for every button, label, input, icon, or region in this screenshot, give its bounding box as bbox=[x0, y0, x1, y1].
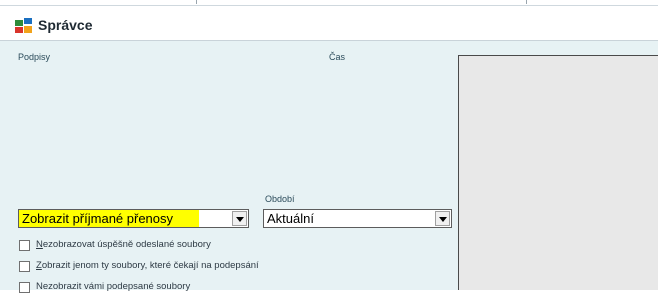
top-border bbox=[0, 0, 658, 6]
divider-tick bbox=[196, 0, 197, 4]
title-bar: Správce bbox=[0, 11, 658, 41]
divider-tick bbox=[526, 0, 527, 4]
direction-dropdown-button[interactable] bbox=[232, 211, 247, 226]
direction-select[interactable]: Zobrazit příjmané přenosy bbox=[18, 209, 249, 228]
option-label: Nezobrazit vámi podepsané soubory bbox=[36, 281, 191, 292]
period-dropdown-button[interactable] bbox=[435, 211, 450, 226]
checkbox[interactable] bbox=[19, 240, 30, 251]
option-label: Nezobrazovat úspěšně odeslané soubory bbox=[36, 239, 211, 250]
period-label: Období bbox=[265, 194, 295, 204]
main-panel: Podpisy Čas Období Zobrazit příjmané pře… bbox=[0, 41, 658, 293]
period-select[interactable]: Aktuální bbox=[263, 209, 452, 228]
direction-select-value: Zobrazit příjmané přenosy bbox=[19, 210, 199, 227]
time-column-header: Čas bbox=[329, 52, 346, 62]
option-label: Zobrazit jenom ty soubory, které čekají … bbox=[36, 260, 259, 271]
preview-pane[interactable] bbox=[458, 55, 658, 290]
chevron-down-icon bbox=[236, 217, 244, 222]
checkbox[interactable] bbox=[19, 261, 30, 272]
app-icon bbox=[15, 18, 32, 33]
period-select-value: Aktuální bbox=[267, 211, 314, 226]
window-title: Správce bbox=[38, 17, 93, 33]
chevron-down-icon bbox=[439, 217, 447, 222]
checkbox[interactable] bbox=[19, 282, 30, 293]
signatures-column-header: Podpisy bbox=[18, 52, 51, 62]
